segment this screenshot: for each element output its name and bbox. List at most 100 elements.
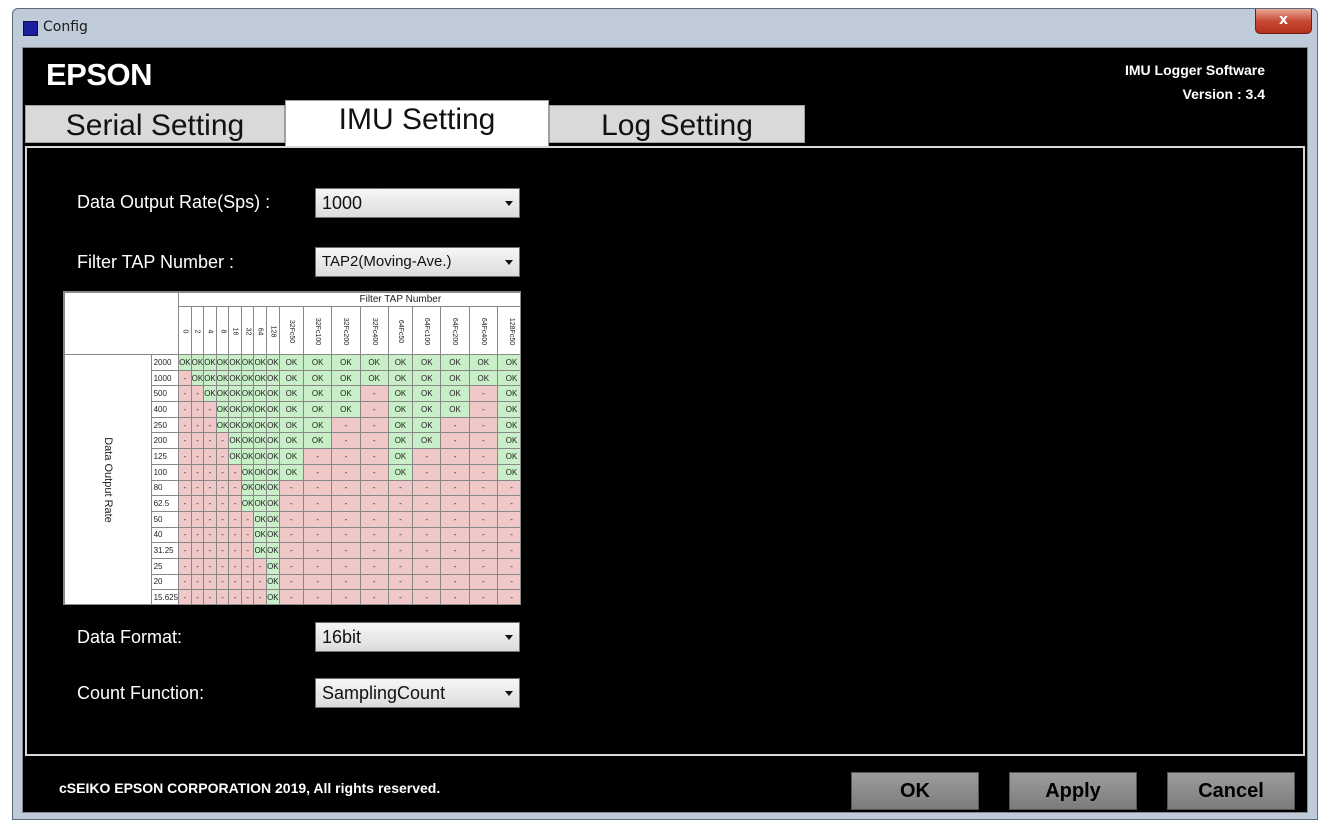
matrix-cell: - <box>215 510 230 528</box>
matrix-cell: OK <box>190 369 205 387</box>
matrix-cell: - <box>496 573 520 591</box>
matrix-cell: - <box>331 557 361 575</box>
matrix-cell: - <box>440 463 470 481</box>
data-output-rate-select[interactable]: 1000 <box>315 188 520 218</box>
matrix-cell: OK <box>496 401 520 418</box>
matrix-cell: - <box>468 573 498 591</box>
matrix-cell: OK <box>240 448 255 465</box>
ok-button[interactable]: OK <box>851 772 979 810</box>
matrix-cell: OK <box>266 416 280 434</box>
tab-imu-setting[interactable]: IMU Setting <box>285 100 549 146</box>
matrix-cell: - <box>440 432 470 450</box>
matrix-cell: - <box>303 479 333 497</box>
tab-log-setting[interactable]: Log Setting <box>549 105 805 143</box>
matrix-cell: - <box>331 526 361 544</box>
matrix-cell: - <box>412 542 442 559</box>
matrix-cell: - <box>331 510 361 528</box>
matrix-column-header: 64Fc400 <box>468 306 498 355</box>
matrix-column-header: 32Fc200 <box>331 306 361 355</box>
matrix-cell: OK <box>496 416 520 434</box>
matrix-cell: OK <box>331 401 361 418</box>
matrix-cell: OK <box>253 448 267 465</box>
matrix-cell: - <box>178 589 192 604</box>
matrix-cell: OK <box>266 448 280 465</box>
count-function-select[interactable]: SamplingCount <box>315 678 520 708</box>
matrix-cell: - <box>331 542 361 559</box>
matrix-cell: OK <box>331 354 361 371</box>
tab-serial-setting[interactable]: Serial Setting <box>25 105 285 143</box>
matrix-rate-label: 62.5 <box>150 495 180 512</box>
matrix-cell: - <box>468 401 498 418</box>
matrix-cell: - <box>190 432 205 450</box>
matrix-cell: - <box>468 385 498 403</box>
matrix-cell: - <box>203 463 217 481</box>
matrix-cell: - <box>240 526 255 544</box>
matrix-column-header: 64 <box>253 306 267 355</box>
filter-tap-select[interactable]: TAP2(Moving-Ave.) <box>315 247 520 277</box>
matrix-cell: OK <box>240 354 255 371</box>
matrix-cell: - <box>203 401 217 418</box>
matrix-cell: - <box>359 495 389 512</box>
matrix-cell: OK <box>359 369 389 387</box>
apply-button[interactable]: Apply <box>1009 772 1137 810</box>
matrix-cell: - <box>412 463 442 481</box>
matrix-cell: - <box>412 448 442 465</box>
matrix-cell: - <box>359 432 389 450</box>
matrix-cell: - <box>190 448 205 465</box>
matrix-cell: OK <box>228 385 242 403</box>
matrix-cell: - <box>190 557 205 575</box>
matrix-rate-label: 20 <box>150 573 180 591</box>
matrix-rate-label: 31.25 <box>150 542 180 559</box>
title-bar[interactable]: Config x <box>13 9 1317 47</box>
matrix-cell: - <box>278 542 305 559</box>
matrix-cell: OK <box>412 369 442 387</box>
matrix-cell: - <box>178 557 192 575</box>
matrix-cell: OK <box>266 432 280 450</box>
matrix-rate-label: 125 <box>150 448 180 465</box>
matrix-cell: - <box>253 557 267 575</box>
matrix-cell: - <box>496 589 520 604</box>
matrix-cell: OK <box>331 385 361 403</box>
matrix-cell: - <box>190 401 205 418</box>
matrix-table: Filter TAP Number 0 2 4 8 16 32 64 128 32Fc50 32Fc… <box>64 292 520 604</box>
matrix-cell: OK <box>278 448 305 465</box>
cancel-button[interactable]: Cancel <box>1167 772 1295 810</box>
matrix-cell: OK <box>253 432 267 450</box>
matrix-cell: - <box>228 495 242 512</box>
matrix-cell: - <box>440 542 470 559</box>
matrix-cell: - <box>215 479 230 497</box>
close-button[interactable]: x <box>1255 9 1312 34</box>
matrix-cell: OK <box>278 463 305 481</box>
matrix-cell: - <box>496 557 520 575</box>
matrix-cell: - <box>359 385 389 403</box>
matrix-cell: - <box>331 463 361 481</box>
matrix-cell: OK <box>266 495 280 512</box>
matrix-cell: - <box>387 495 414 512</box>
matrix-cell: - <box>203 416 217 434</box>
matrix-cell: OK <box>303 416 333 434</box>
matrix-cell: - <box>468 463 498 481</box>
matrix-cell: - <box>178 542 192 559</box>
epson-logo: EPSON <box>46 57 153 92</box>
chevron-down-icon <box>505 691 513 696</box>
matrix-cell: OK <box>303 385 333 403</box>
matrix-cell: - <box>203 448 217 465</box>
matrix-cell: - <box>303 542 333 559</box>
app-icon <box>23 21 38 36</box>
matrix-cell: - <box>178 463 192 481</box>
matrix-cell: OK <box>303 354 333 371</box>
matrix-cell: - <box>440 510 470 528</box>
matrix-cell: - <box>468 542 498 559</box>
matrix-cell: - <box>468 510 498 528</box>
matrix-cell: - <box>387 542 414 559</box>
matrix-cell: - <box>387 510 414 528</box>
matrix-cell: OK <box>253 369 267 387</box>
matrix-cell: - <box>440 479 470 497</box>
matrix-cell: - <box>440 589 470 604</box>
matrix-cell: OK <box>440 354 470 371</box>
matrix-cell: - <box>228 526 242 544</box>
matrix-cell: - <box>178 369 192 387</box>
data-format-select[interactable]: 16bit <box>315 622 520 652</box>
matrix-cell: OK <box>215 401 230 418</box>
matrix-cell: - <box>331 416 361 434</box>
